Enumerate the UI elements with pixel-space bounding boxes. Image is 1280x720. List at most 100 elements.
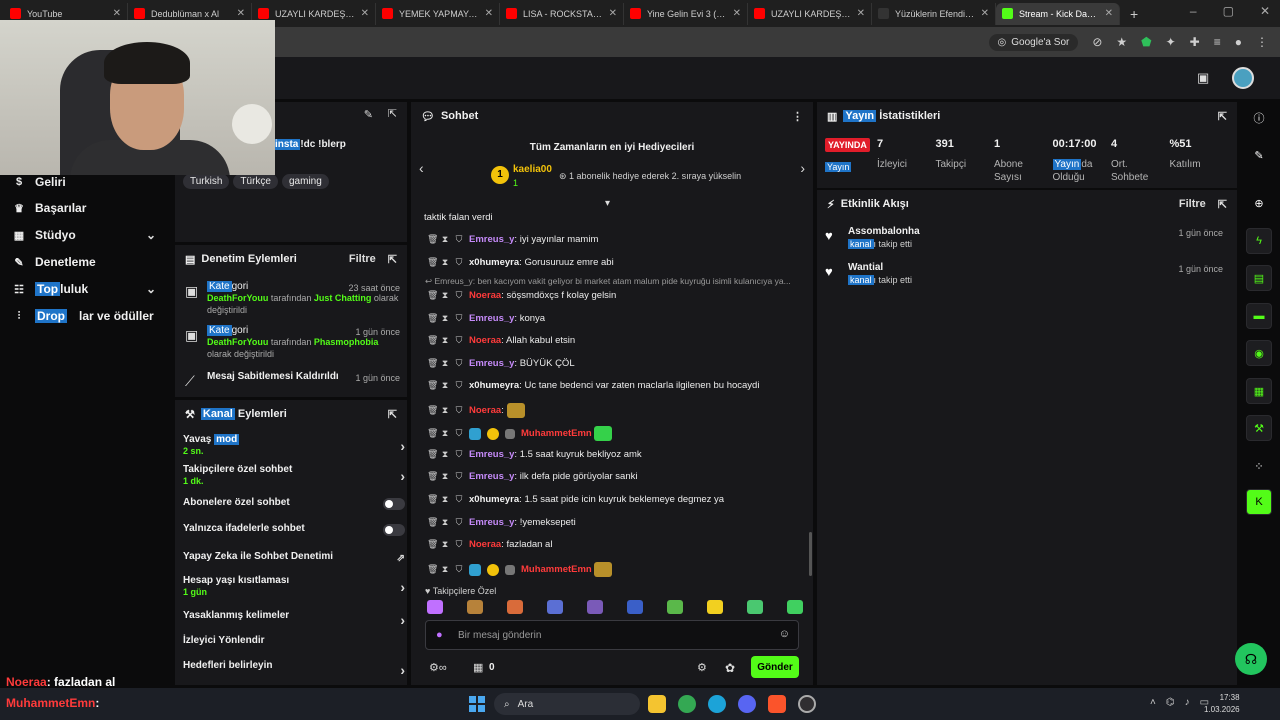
channel-action-row[interactable]: Hesap yaşı kısıtlaması 1 gün › bbox=[183, 575, 405, 597]
target-icon[interactable]: ⊕ bbox=[1246, 190, 1272, 216]
lightning-icon[interactable]: ϟ bbox=[1246, 228, 1272, 254]
timeout-icon[interactable]: ⧗ bbox=[441, 313, 449, 324]
toggle-switch[interactable] bbox=[383, 498, 405, 510]
user-avatar[interactable] bbox=[1232, 67, 1254, 89]
chat-message[interactable]: 🗑︎ ⧗ ⛉ Emreus_y: 1.5 saat kuyruk bekliyoz a… bbox=[427, 449, 807, 460]
trash-icon[interactable]: 🗑︎ bbox=[427, 290, 438, 301]
popout-icon[interactable]: ⇱ bbox=[388, 253, 397, 266]
network-icon[interactable]: ⌬ bbox=[1166, 697, 1175, 708]
ban-icon[interactable]: ⛉ bbox=[455, 234, 463, 245]
trash-icon[interactable]: 🗑︎ bbox=[427, 405, 438, 416]
emoji-icon[interactable]: ☺ bbox=[779, 628, 790, 640]
emote-picker-item[interactable] bbox=[547, 600, 563, 614]
dots-icon[interactable]: ⁘ bbox=[1246, 453, 1272, 479]
emote-picker-item[interactable] bbox=[667, 600, 683, 614]
browser-tab[interactable]: UZAYLI KARDEŞLERİ | ✕ bbox=[748, 2, 872, 25]
chat-menu-icon[interactable]: ⋮ bbox=[792, 110, 803, 123]
emote-picker-item[interactable] bbox=[427, 600, 443, 614]
send-button[interactable]: Gönder bbox=[751, 656, 799, 678]
new-tab-icon[interactable]: + bbox=[1130, 6, 1138, 22]
emote-picker-item[interactable] bbox=[707, 600, 723, 614]
emote-picker-item[interactable] bbox=[747, 600, 763, 614]
chat-message[interactable]: 🗑︎ ⧗ ⛉ Emreus_y: konya bbox=[427, 313, 807, 324]
browser-tab[interactable]: YEMEK YAPMAYA GE ✕ bbox=[376, 2, 500, 25]
chat-icon[interactable]: ▬ bbox=[1246, 303, 1272, 329]
profile-icon[interactable]: ● bbox=[1235, 35, 1242, 49]
popout-icon[interactable]: ⇱ bbox=[388, 107, 397, 120]
sidebar-item[interactable]: ☷ Top luluk ⌄ bbox=[12, 282, 162, 296]
mod-filter-button[interactable]: Filtre bbox=[349, 253, 376, 265]
browser-tab[interactable]: Yine Gelin Evi 3 (214 ✕ bbox=[624, 2, 748, 25]
sidebar-item[interactable]: ✎ Denetleme bbox=[12, 255, 162, 269]
browser-tab[interactable]: Stream - Kick Dashb ✕ bbox=[996, 2, 1120, 25]
ban-icon[interactable]: ⛉ bbox=[455, 428, 463, 439]
timeout-icon[interactable]: ⧗ bbox=[441, 471, 449, 482]
chat-message[interactable]: 🗑︎ ⧗ ⛉ Emreus_y: BÜYÜK ÇÖL bbox=[427, 358, 807, 369]
edit-icon[interactable]: ✎ bbox=[1246, 142, 1272, 168]
emote-picker-item[interactable] bbox=[587, 600, 603, 614]
gifters-next-icon[interactable]: › bbox=[800, 160, 805, 176]
ban-icon[interactable]: ⛉ bbox=[455, 539, 463, 550]
channel-action-row[interactable]: Takipçilere özel sohbet 1 dk. › bbox=[183, 464, 405, 486]
trash-icon[interactable]: 🗑︎ bbox=[427, 380, 438, 391]
chat-message[interactable]: 🗑︎ ⧗ ⛉ Noeraa: fazladan al bbox=[427, 539, 807, 550]
ban-icon[interactable]: ⛉ bbox=[455, 290, 463, 301]
timeout-icon[interactable]: ⧗ bbox=[441, 539, 449, 550]
channel-action-row[interactable]: Yapay Zeka ile Sohbet Denetimi ⇗ bbox=[183, 551, 405, 564]
chat-message[interactable]: 🗑︎ ⧗ ⛉ Emreus_y: !yemeksepeti bbox=[427, 517, 807, 528]
google-ask-button[interactable]: ◎ Google'a Sor bbox=[988, 33, 1079, 51]
extension-icon[interactable]: ✦ bbox=[1166, 35, 1176, 49]
channel-action-row[interactable]: Abonelere özel sohbet bbox=[183, 497, 405, 510]
chat-message[interactable]: 🗑︎ ⧗ ⛉ MuhammetEmn bbox=[427, 426, 807, 441]
ban-icon[interactable]: ⛉ bbox=[455, 358, 463, 369]
tab-close-icon[interactable]: ✕ bbox=[981, 8, 989, 19]
trash-icon[interactable]: 🗑︎ bbox=[427, 428, 438, 439]
chat-input[interactable]: ● Bir mesaj gönderin ☺ bbox=[425, 620, 799, 650]
timeout-icon[interactable]: ⧗ bbox=[441, 494, 449, 505]
timeout-icon[interactable]: ⧗ bbox=[441, 405, 449, 416]
volume-icon[interactable]: ♪ bbox=[1185, 697, 1190, 708]
kick-icon[interactable]: K bbox=[1246, 489, 1272, 515]
channel-action-row[interactable]: Yavaş mod 2 sn. › bbox=[183, 434, 405, 456]
sidebar-item[interactable]: $ Geliri bbox=[12, 175, 162, 189]
chat-message[interactable]: 🗑︎ ⧗ ⛉ Noeraa: söşsmdöxçs f kolay gelsin bbox=[427, 290, 807, 301]
ban-icon[interactable]: ⛉ bbox=[455, 405, 463, 416]
emote-picker-item[interactable] bbox=[507, 600, 523, 614]
edge-icon[interactable] bbox=[708, 695, 726, 713]
emote-picker-item[interactable] bbox=[627, 600, 643, 614]
emote-picker-item[interactable] bbox=[467, 600, 483, 614]
wrench-icon[interactable]: ⚒ bbox=[1246, 415, 1272, 441]
ban-icon[interactable]: ⛉ bbox=[455, 257, 463, 268]
tab-close-icon[interactable]: ✕ bbox=[237, 8, 245, 19]
broadcast-icon[interactable]: ◉ bbox=[1246, 340, 1272, 366]
brave-icon[interactable] bbox=[768, 695, 786, 713]
ban-icon[interactable]: ⛉ bbox=[455, 517, 463, 528]
chevron-down-icon[interactable]: ⌄ bbox=[146, 228, 156, 242]
edit-icon[interactable]: ✎ bbox=[364, 108, 373, 121]
more-icon[interactable]: ⋮ bbox=[1256, 35, 1268, 49]
trash-icon[interactable]: 🗑︎ bbox=[427, 234, 438, 245]
chat-message[interactable]: 🗑︎ ⧗ ⛉ Emreus_y: iyi yayınlar mamim bbox=[427, 234, 807, 245]
trash-icon[interactable]: 🗑︎ bbox=[427, 449, 438, 460]
popout-icon[interactable]: ⇱ bbox=[1218, 198, 1227, 211]
gifters-prev-icon[interactable]: ‹ bbox=[419, 160, 424, 176]
puzzle-icon[interactable]: ✚ bbox=[1190, 35, 1200, 49]
chat-scrollbar[interactable] bbox=[809, 532, 812, 576]
popout-icon[interactable]: ⇱ bbox=[388, 408, 397, 421]
emote-picker-item[interactable] bbox=[787, 600, 803, 614]
trash-icon[interactable]: 🗑︎ bbox=[427, 257, 438, 268]
trash-icon[interactable]: 🗑︎ bbox=[427, 471, 438, 482]
sidebar-item[interactable]: ⫶ Drop lar ve ödüller bbox=[12, 309, 162, 323]
toggle-switch[interactable] bbox=[383, 524, 405, 536]
ban-icon[interactable]: ⛉ bbox=[455, 471, 463, 482]
list-icon[interactable]: ▤ bbox=[1246, 265, 1272, 291]
camera-icon[interactable]: ▣ bbox=[1197, 70, 1209, 86]
points-icon[interactable]: ▦ bbox=[473, 661, 483, 674]
timeout-icon[interactable]: ⧗ bbox=[441, 290, 449, 301]
ban-icon[interactable]: ⛉ bbox=[455, 449, 463, 460]
settings-link-icon[interactable]: ⚙∞ bbox=[429, 661, 447, 674]
channel-action-row[interactable]: İzleyici Yönlendir bbox=[183, 635, 405, 646]
ban-icon[interactable]: ⛉ bbox=[455, 335, 463, 346]
timeout-icon[interactable]: ⧗ bbox=[441, 335, 449, 346]
star-icon[interactable]: ★ bbox=[1116, 35, 1127, 49]
